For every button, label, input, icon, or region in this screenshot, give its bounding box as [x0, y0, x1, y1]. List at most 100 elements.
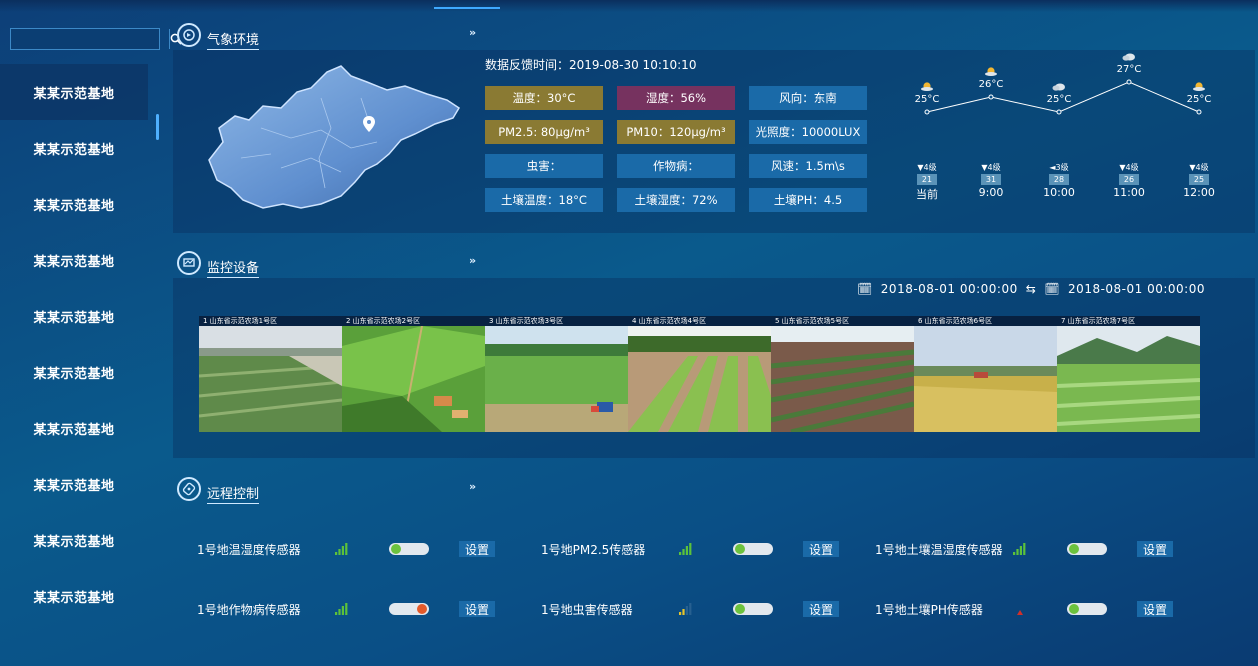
- settings-button[interactable]: 设置: [459, 541, 495, 557]
- camera-feed[interactable]: 6 山东省示范农场6号区: [914, 316, 1057, 432]
- forecast-point: 25°C: [1179, 82, 1219, 105]
- aqi-badge: 25: [1189, 174, 1209, 185]
- sensor-toggle[interactable]: [389, 603, 429, 615]
- expand-chevron-icon[interactable]: »: [469, 254, 476, 267]
- sensor-toggle[interactable]: [733, 603, 773, 615]
- signal-bar: [685, 606, 688, 615]
- signal-bar: [1013, 552, 1016, 555]
- forecast-point: 25°C: [907, 82, 947, 105]
- signal-bar: [682, 549, 685, 555]
- sensor-name: 1号地土壤温湿度传感器: [875, 543, 1003, 557]
- base-item[interactable]: 某某示范基地: [0, 232, 148, 288]
- feedback-time: 数据反馈时间：2019-08-30 10:10:10: [485, 58, 697, 72]
- settings-button[interactable]: 设置: [1137, 541, 1173, 557]
- date-to[interactable]: 2018-08-01 00:00:00: [1068, 282, 1205, 296]
- signal-bar: [335, 612, 338, 615]
- camera-feed[interactable]: 1 山东省示范农场1号区: [199, 316, 342, 432]
- sensor-toggle[interactable]: [389, 543, 429, 555]
- metric-pests: 虫害：: [485, 154, 603, 178]
- sensor-toggle[interactable]: [733, 543, 773, 555]
- sidebar-scrollbar[interactable]: [156, 114, 159, 140]
- forecast-temp: 26°C: [978, 79, 1004, 90]
- base-item[interactable]: 某某示范基地: [0, 344, 148, 400]
- signal-bar: [338, 549, 341, 555]
- settings-button[interactable]: 设置: [459, 601, 495, 617]
- search-box: [10, 28, 182, 50]
- expand-chevron-icon[interactable]: »: [469, 26, 476, 39]
- trend-point: [988, 94, 994, 100]
- toggle-knob: [735, 604, 745, 614]
- settings-button[interactable]: 设置: [803, 601, 839, 617]
- calendar-icon[interactable]: 🗓: [857, 282, 873, 296]
- camera-feed[interactable]: 4 山东省示范农场4号区: [628, 316, 771, 432]
- wind-level: ▼4级: [1189, 163, 1209, 172]
- metric-wind-direction: 风向：东南: [749, 86, 867, 110]
- expand-chevron-icon[interactable]: »: [469, 480, 476, 493]
- camera-image: [914, 326, 1057, 432]
- signal-strength-icon: [335, 543, 348, 555]
- base-item[interactable]: 某某示范基地: [0, 400, 148, 456]
- monitor-body: 🗓 2018-08-01 00:00:00 ⇆ 🗓 2018-08-01 00:…: [173, 278, 1255, 458]
- sensor-toggle[interactable]: [1067, 543, 1107, 555]
- signal-bar: [689, 603, 692, 615]
- base-item[interactable]: 某某示范基地: [0, 456, 148, 512]
- base-list: 某某示范基地 某某示范基地 某某示范基地 某某示范基地 某某示范基地 某某示范基…: [0, 64, 160, 624]
- metric-crop-disease: 作物病：: [617, 154, 735, 178]
- search-input[interactable]: [11, 29, 169, 49]
- settings-button[interactable]: 设置: [803, 541, 839, 557]
- calendar-icon[interactable]: 🗓: [1044, 282, 1060, 296]
- base-item[interactable]: 某某示范基地: [0, 512, 148, 568]
- forecast-wind: ▼4级 25 12:00: [1179, 162, 1219, 199]
- signal-bar: [338, 609, 341, 615]
- camera-image: [1057, 326, 1200, 432]
- base-item[interactable]: 某某示范基地: [0, 568, 148, 624]
- forecast-time: 9:00: [978, 186, 1004, 199]
- forecast-point: 26°C: [971, 67, 1011, 90]
- camera-feed[interactable]: 5 山东省示范农场5号区: [771, 316, 914, 432]
- signal-bar: [679, 612, 682, 615]
- camera-label: 5 山东省示范农场5号区: [771, 316, 914, 326]
- sensor-toggle[interactable]: [1067, 603, 1107, 615]
- base-item[interactable]: 某某示范基地: [0, 288, 148, 344]
- sensor-name: 1号地温湿度传感器: [197, 543, 301, 557]
- monitor-panel-icon: [177, 251, 201, 275]
- base-item[interactable]: 某某示范基地: [0, 120, 148, 176]
- sensor-name: 1号地土壤PH传感器: [875, 603, 983, 617]
- sensor-row: 1号地作物病传感器 设置 1号地虫害传感器 设置 1号地土壤PH传感器 设置: [197, 598, 1227, 620]
- camera-feed[interactable]: 3 山东省示范农场3号区: [485, 316, 628, 432]
- camera-label: 2 山东省示范农场2号区: [342, 316, 485, 326]
- metric-pm10: PM10：120μg/m³: [617, 120, 735, 144]
- province-map[interactable]: [201, 58, 463, 210]
- aqi-badge: 26: [1119, 174, 1139, 185]
- monitor-panel: 监控设备 » 🗓 2018-08-01 00:00:00 ⇆ 🗓 2018-08…: [173, 248, 1255, 458]
- hourly-forecast: 25°C ▼4级 21 当前 26°C ▼4级 31 9:00 25°C ◄3级 28 10:00 27…: [915, 50, 1215, 210]
- forecast-wind: ▼4级 21 当前: [907, 162, 947, 202]
- wind-level: ◄3级: [1049, 163, 1069, 172]
- base-item[interactable]: 某某示范基地: [0, 176, 148, 232]
- partly-cloudy-icon: [907, 82, 947, 94]
- sensor-name: 1号地PM2.5传感器: [541, 543, 646, 557]
- camera-feed[interactable]: 2 山东省示范农场2号区: [342, 316, 485, 432]
- wind-level: ▼4级: [917, 163, 937, 172]
- swap-arrows-icon[interactable]: ⇆: [1026, 282, 1037, 296]
- base-item[interactable]: 某某示范基地: [0, 64, 148, 120]
- partly-cloudy-icon: [971, 67, 1011, 79]
- signal-bar: [341, 606, 344, 615]
- sensor-name: 1号地作物病传感器: [197, 603, 301, 617]
- metric-soil-humidity: 土壤湿度：72%: [617, 188, 735, 212]
- wind-level: ▼4级: [1119, 163, 1139, 172]
- camera-feed[interactable]: 7 山东省示范农场7号区: [1057, 316, 1200, 432]
- metric-wind-speed: 风速：1.5m\s: [749, 154, 867, 178]
- aqi-badge: 31: [981, 174, 1001, 185]
- toggle-knob: [391, 544, 401, 554]
- forecast-time: 12:00: [1183, 186, 1215, 199]
- forecast-wind: ▼4级 26 11:00: [1109, 162, 1149, 199]
- wind-level: ▼4级: [981, 163, 1001, 172]
- control-panel-icon: [177, 477, 201, 501]
- forecast-temp: 25°C: [1186, 94, 1212, 105]
- control-body: 1号地温湿度传感器 设置 1号地PM2.5传感器 设置 1号地土壤温湿度传感器 …: [173, 504, 1255, 664]
- trend-point: [1126, 79, 1132, 85]
- signal-strength-icon: [679, 543, 692, 555]
- date-from[interactable]: 2018-08-01 00:00:00: [881, 282, 1018, 296]
- settings-button[interactable]: 设置: [1137, 601, 1173, 617]
